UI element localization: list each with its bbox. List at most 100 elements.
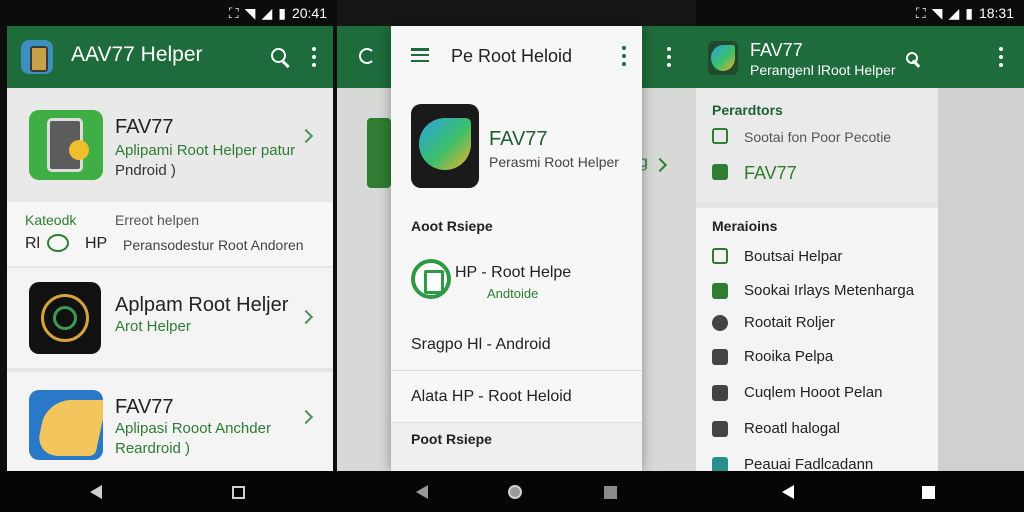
back-icon[interactable] [782,485,794,499]
app-icon-fragment [367,118,391,188]
overflow-menu-icon[interactable] [666,47,672,67]
card-title: Aplpam Root Heljer [115,294,289,316]
app-bar-fragment [642,26,696,88]
drawer-item-android[interactable]: Sragpo Hl - Android [411,336,551,354]
signal-icon: ◢ [948,4,960,21]
settings-item[interactable]: Peauai Fadlcadann [744,456,873,471]
panel-app-list: AAV77 Helper FAV77 Aplipami Root Helper … [7,26,333,471]
wifi-icon: ◥ [931,4,943,21]
shield-icon [712,457,728,471]
row-hp: HP [85,235,108,252]
fav77-app-icon [411,104,479,188]
app-name: FAV77 [489,128,548,150]
settings-card: Meraioins Boutsai Helpar Sookai Irlays M… [696,208,938,471]
overflow-menu-icon[interactable] [621,46,627,66]
panel-edge [938,26,1024,471]
home-badge-icon [712,164,728,180]
drawer-item-hp-title[interactable]: HP - Root Helpe [455,264,571,282]
card-subtitle: Aplipami Root Helper patur [115,142,296,159]
refresh-icon[interactable] [359,48,375,64]
list-item[interactable]: FAV77 Aplipami Root Helper patur Pndroid… [7,88,333,200]
settings-card: Perardtors Sootai fon Poor Pecotie FAV77 [696,88,938,202]
navigation-bar [0,471,1024,512]
lock-icon [712,385,728,401]
drawer-item-root[interactable]: Alata HP - Root Heloid [411,388,572,406]
settings-item[interactable]: Boutsai Helpar [744,248,842,265]
card-subtitle-2: Reardroid ) [115,440,191,457]
fav77-app-icon [708,41,738,75]
card-subtitle: Arot Helper [115,318,191,335]
row-label-right: Erreot helpen [115,212,200,228]
section-footer: Poot Rsiepe [391,423,642,471]
card-subtitle-2: Pndroid ) [115,162,176,179]
back-icon[interactable] [90,485,102,499]
target-app-icon [29,282,101,354]
chevron-right-icon [298,309,314,325]
chevron-right-icon [298,128,314,144]
wave-app-icon [29,390,103,460]
app-title: FAV77 [750,40,803,60]
list-item[interactable]: Kateodk Erreot helpen Rl HP Peransodestu… [7,202,333,266]
app-bar: FAV77 Perangenl lRoot Helper [696,26,938,88]
row-label-green: Kateodk [25,212,77,228]
hp-icon [411,259,451,299]
card-row[interactable]: FAV77 [744,163,797,184]
checkbox-icon[interactable] [712,128,728,144]
card-title: FAV77 [115,396,174,418]
signal-icon: ◢ [261,4,273,21]
status-time-left: 20:41 [291,5,327,21]
check-icon [712,283,728,299]
file-icon [712,421,728,437]
card-header: Meraioins [712,218,778,234]
row-badge-text: Rl [25,235,41,252]
panel-settings: FAV77 Perangenl lRoot Helper Perardtors … [696,26,938,471]
app-bar-fragment [337,26,391,88]
notification-icon: ⛶ [228,4,239,21]
drawer-item-hp-subtitle: Andtoide [487,286,539,301]
wifi-icon: ◥ [244,4,256,21]
settings-item[interactable]: Rootait Roljer [744,314,835,331]
list-item[interactable]: FAV77 Aplipasi Rooot Anchder Reardroid ) [7,372,333,471]
list-icon [712,248,728,264]
overflow-menu-icon[interactable] [998,47,1004,67]
drawer-title: Pe Root Heloid [451,46,573,66]
fav77-app-icon [29,110,103,180]
list-item[interactable]: Aplpam Root Heljer Arot Helper [7,268,333,368]
menu-icon[interactable] [411,48,429,62]
home-icon[interactable] [508,485,522,499]
chevron-right-icon [652,157,668,173]
settings-item[interactable]: Reoatl halogal [744,420,840,437]
recents-icon[interactable] [922,486,935,499]
row-description: Peransodestur Root Andoren [123,237,304,253]
status-bar-left: ⛶ ◥ ◢ ▮ 20:41 [0,0,337,26]
tools-icon [712,349,728,365]
notification-icon: ⛶ [915,4,926,21]
battery-icon: ▮ [278,4,286,21]
section-header: Aoot Rsiepe [411,218,493,234]
app-subtitle: Perangenl lRoot Helper [750,62,896,78]
ring-icon [47,234,69,252]
status-icons: ⛶ ◥ ◢ ▮ 18:31 [916,5,1014,22]
recents-icon[interactable] [604,486,617,499]
app-bar: AAV77 Helper [7,26,333,88]
settings-item[interactable]: Rooika Pelpa [744,348,833,365]
status-bar-middle [337,0,696,26]
status-bar-right: ⛶ ◥ ◢ ▮ 18:31 [696,0,1024,26]
overflow-menu-icon[interactable] [311,47,317,67]
back-icon[interactable] [416,485,428,499]
status-time-right: 18:31 [978,5,1014,21]
pin-icon [712,315,728,331]
key-icon[interactable] [906,52,922,68]
settings-item[interactable]: Cuqlem Hooot Pelan [744,384,882,401]
battery-icon: ▮ [965,4,973,21]
card-header: Perardtors [712,102,783,118]
status-icons: ⛶ ◥ ◢ ▮ 20:41 [229,5,327,22]
card-subtitle: Aplipasi Rooot Anchder [115,420,271,437]
settings-item[interactable]: Sookai Irlays Metenharga [744,282,914,299]
search-icon[interactable] [269,46,291,68]
app-logo-icon [21,40,53,74]
app-subtitle: Perasmi Root Helper [489,154,619,170]
chevron-right-icon [298,409,314,425]
navigation-drawer: Pe Root Heloid FAV77 Perasmi Root Helper… [391,26,642,471]
recents-icon[interactable] [232,486,245,499]
